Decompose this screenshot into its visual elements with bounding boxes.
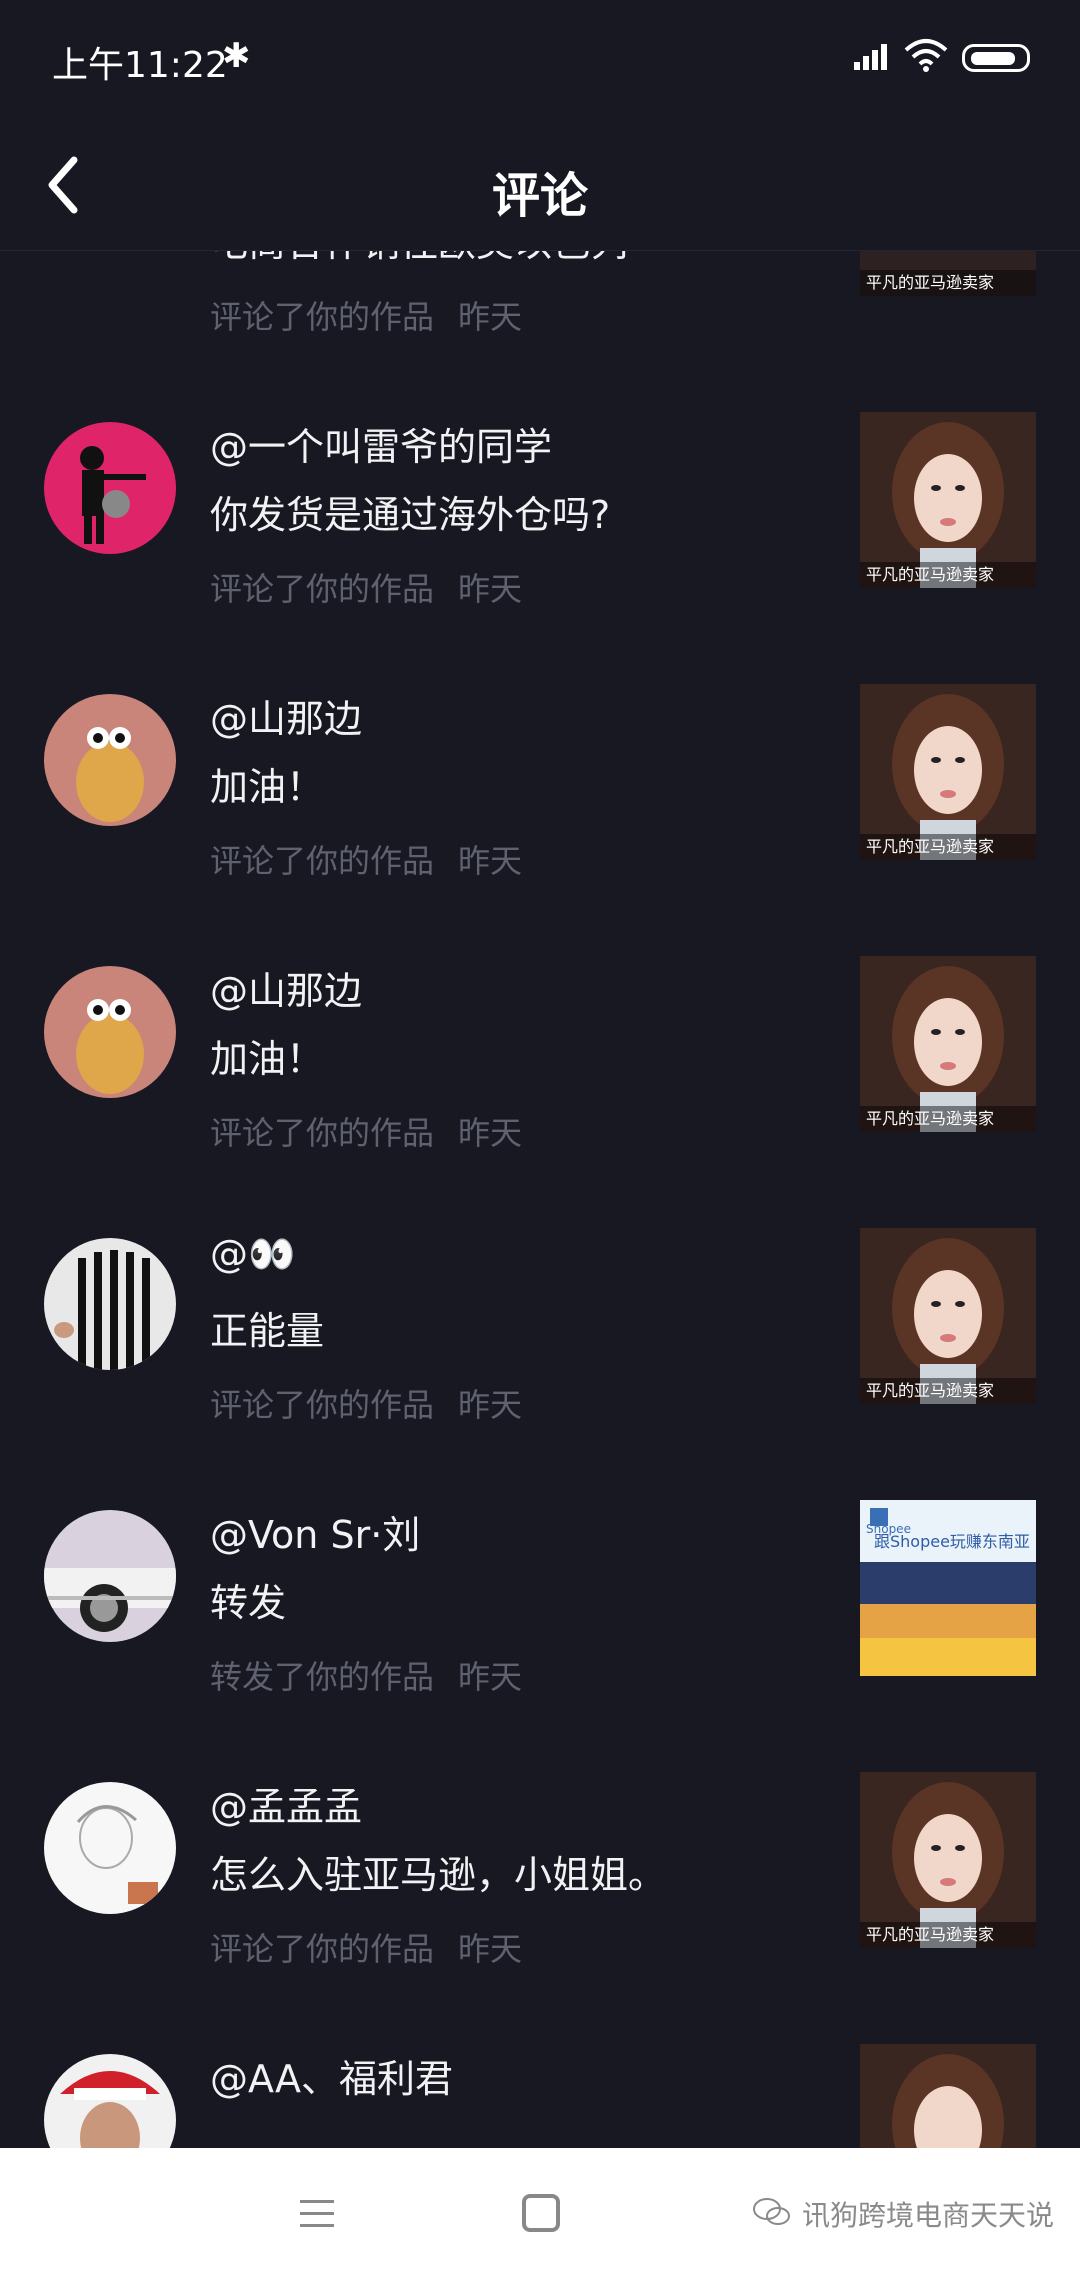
thumbnail-caption: 平凡的亚马逊卖家 [860, 1922, 1036, 1948]
avatar-image [44, 694, 176, 826]
avatar[interactable] [44, 422, 176, 554]
thumbnail-caption: 平凡的亚马逊卖家 [860, 834, 1036, 860]
time-text: 昨天 [458, 570, 523, 608]
username[interactable]: @👀 [210, 1232, 295, 1277]
list-item[interactable]: @👀 正能量 评论了你的作品 昨天 平凡的亚马逊卖家 [0, 1208, 1080, 1480]
username[interactable]: @山那边 [210, 688, 362, 743]
thumbnail-title: 跟Shopee玩赚东南亚 [874, 1532, 1030, 1551]
action-text: 评论了你的作品 [210, 1386, 435, 1424]
action-text: 评论了你的作品 [210, 1114, 435, 1152]
thumbnail-caption: 平凡的亚马逊卖家 [860, 1378, 1036, 1404]
action-text: 评论了你的作品 [210, 842, 435, 880]
comment-text: 电商合作销往欧美以色列 [210, 250, 628, 267]
time-text: 昨天 [458, 842, 523, 880]
list-item[interactable]: @Von Sr·刘 转发 转发了你的作品 昨天 Shopee 跟Shopee玩赚东… [0, 1480, 1080, 1752]
item-meta: 评论了你的作品 昨天 [210, 564, 522, 610]
avatar[interactable] [44, 966, 176, 1098]
avatar[interactable] [44, 1782, 176, 1914]
battery-icon [962, 44, 1030, 72]
list-item[interactable]: @一个叫雷爷的同学 你发货是通过海外仓吗? 评论了你的作品 昨天 平凡的亚马逊卖家 [0, 392, 1080, 664]
action-text: 评论了你的作品 [210, 570, 435, 608]
item-meta: 评论了你的作品 昨天 [210, 1924, 522, 1970]
comment-text: 转发 [210, 1581, 287, 1625]
time-text: 昨天 [458, 1386, 523, 1424]
time-text: 昨天 [458, 1114, 523, 1152]
list-item[interactable]: @山那边 加油！ 评论了你的作品 昨天 平凡的亚马逊卖家 [0, 936, 1080, 1208]
video-thumbnail[interactable]: 平凡的亚马逊卖家 [860, 250, 1036, 296]
video-thumbnail[interactable]: 平凡的亚马逊卖家 [860, 1228, 1036, 1404]
status-bar: 上午11:22 ✱ [0, 0, 1080, 120]
time-text: 昨天 [458, 1658, 523, 1696]
thumbnail-image [860, 2044, 1036, 2148]
page-title: 评论 [491, 168, 588, 224]
thumbnail-caption: 平凡的亚马逊卖家 [860, 562, 1036, 588]
thumbnail-caption: 平凡的亚马逊卖家 [860, 270, 1036, 296]
list-item[interactable]: @AA、福利君 [0, 2024, 1080, 2148]
item-meta: 转发了你的作品 昨天 [210, 1652, 522, 1698]
top-nav-bar: 评论 [0, 120, 1080, 251]
list-item[interactable]: 电商合作销往欧美以色列 评论了你的作品昨天 平凡的亚马逊卖家 [0, 250, 1080, 392]
avatar-image [44, 1782, 176, 1914]
username[interactable]: @一个叫雷爷的同学 [210, 416, 552, 471]
signal-icon [854, 44, 887, 70]
watermark-text: 讯狗跨境电商天天说 [802, 2199, 1055, 2232]
avatar[interactable] [44, 694, 176, 826]
action-text: 评论了你的作品 [210, 1930, 435, 1968]
system-nav-bar: 讯狗跨境电商天天说 [0, 2148, 1080, 2280]
comment-text: 怎么入驻亚马逊，小姐姐。 [210, 1853, 667, 1897]
status-time: 上午11:22 [52, 45, 228, 86]
username[interactable]: @孟孟孟 [210, 1776, 362, 1831]
avatar[interactable] [44, 1510, 176, 1642]
video-thumbnail[interactable] [860, 2044, 1036, 2148]
avatar[interactable] [44, 1238, 176, 1370]
avatar-image [44, 966, 176, 1098]
video-thumbnail[interactable]: 平凡的亚马逊卖家 [860, 684, 1036, 860]
list-item[interactable]: @孟孟孟 怎么入驻亚马逊，小姐姐。 评论了你的作品 昨天 平凡的亚马逊卖家 [0, 1752, 1080, 2024]
username[interactable]: @山那边 [210, 960, 362, 1015]
time-text: 昨天 [458, 1930, 523, 1968]
video-thumbnail[interactable]: 平凡的亚马逊卖家 [860, 412, 1036, 588]
comment-text: 你发货是通过海外仓吗? [210, 493, 611, 537]
avatar-image [44, 1510, 176, 1642]
wifi-icon [904, 39, 948, 72]
action-text: 评论了你的作品 [210, 298, 435, 336]
avatar-image [44, 2054, 176, 2148]
avatar-image [44, 422, 176, 554]
item-meta: 评论了你的作品 昨天 [210, 1380, 522, 1426]
video-thumbnail[interactable]: 平凡的亚马逊卖家 [860, 1772, 1036, 1948]
video-thumbnail[interactable]: Shopee 跟Shopee玩赚东南亚 [860, 1500, 1036, 1676]
comment-text: 正能量 [210, 1309, 325, 1353]
comment-text: 加油！ [210, 765, 325, 809]
item-meta: 评论了你的作品 昨天 [210, 1108, 522, 1154]
avatar-image [44, 1238, 176, 1370]
item-meta: 评论了你的作品 昨天 [210, 292, 522, 338]
menu-icon[interactable] [296, 2196, 340, 2232]
video-thumbnail[interactable]: 平凡的亚马逊卖家 [860, 956, 1036, 1132]
thumbnail-caption: 平凡的亚马逊卖家 [860, 1106, 1036, 1132]
item-meta: 评论了你的作品 昨天 [210, 836, 522, 882]
comment-text: 加油！ [210, 1037, 325, 1081]
wechat-icon [753, 2198, 790, 2225]
bluetooth-icon: ✱ [222, 36, 251, 76]
list-item[interactable]: @山那边 加油！ 评论了你的作品 昨天 平凡的亚马逊卖家 [0, 664, 1080, 936]
username[interactable]: @AA、福利君 [210, 2048, 453, 2103]
time-text: 昨天 [458, 298, 523, 336]
avatar[interactable] [44, 2054, 176, 2148]
action-text: 转发了你的作品 [210, 1658, 435, 1696]
home-square-icon[interactable] [522, 2194, 560, 2232]
notification-list[interactable]: 电商合作销往欧美以色列 评论了你的作品昨天 平凡的亚马逊卖家 @一个叫雷爷的同学… [0, 250, 1080, 2148]
username[interactable]: @Von Sr·刘 [210, 1504, 420, 1559]
